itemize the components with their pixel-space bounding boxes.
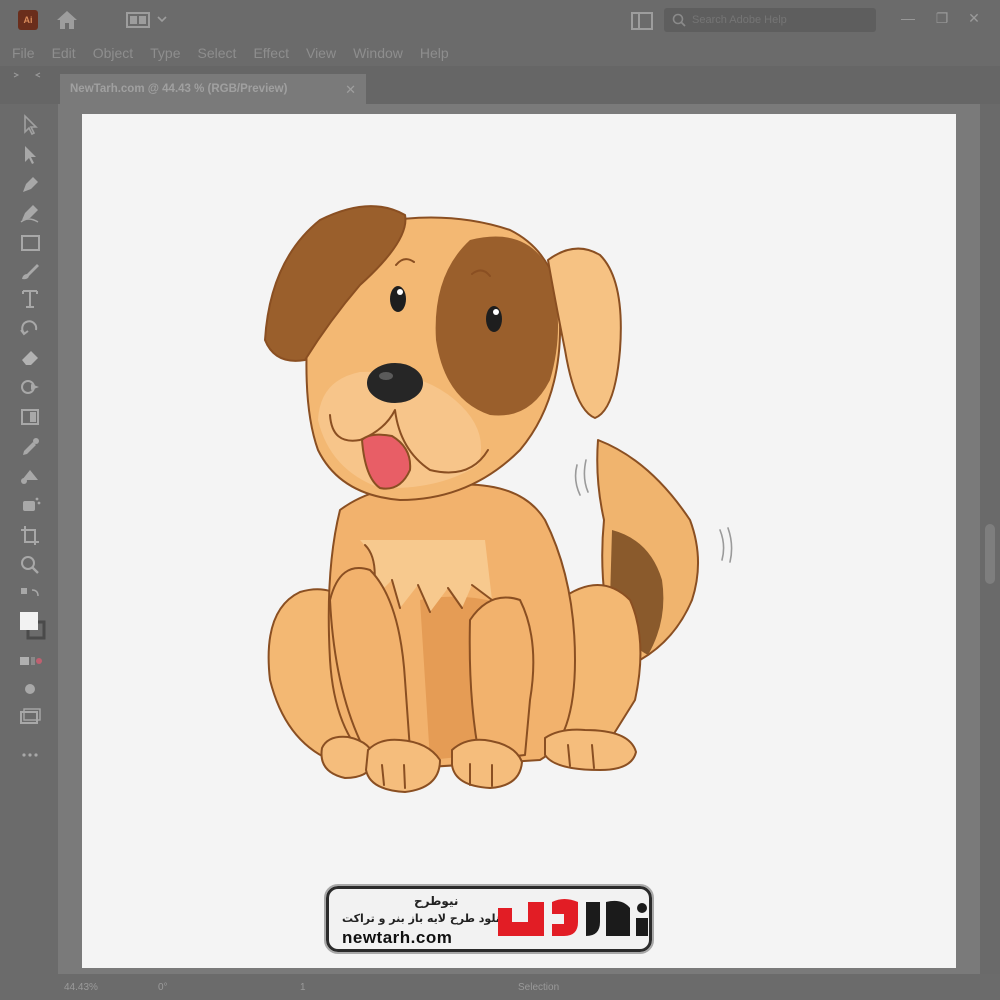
watermark-url: newtarh.com (342, 928, 453, 947)
restore-button[interactable]: ❐ (930, 6, 954, 30)
newtarh-watermark: نیوطرح دانلود طرح لایه باز بنر و تراکت n… (324, 884, 654, 954)
eraser-icon[interactable] (18, 346, 42, 368)
illustrator-logo-icon: Ai (18, 10, 38, 30)
menu-help[interactable]: Help (420, 45, 449, 61)
zoom-icon[interactable] (18, 554, 42, 576)
search-icon (672, 13, 686, 27)
search-input[interactable] (692, 14, 872, 26)
shape-builder-icon[interactable] (18, 376, 42, 398)
menu-bar: File Edit Object Type Select Effect View… (0, 40, 1000, 66)
artboard-number[interactable]: 1 (300, 982, 306, 993)
canvas-workspace[interactable] (58, 104, 980, 974)
status-bar: 44.43% 0° 1 Selection (0, 974, 1000, 1000)
rectangle-icon[interactable] (18, 232, 42, 254)
close-window-button[interactable]: ✕ (962, 6, 986, 30)
blend-icon[interactable] (18, 464, 42, 486)
workspace-layout-icon[interactable] (126, 11, 150, 29)
panel-collapse-icon[interactable] (12, 72, 42, 78)
menu-window[interactable]: Window (353, 45, 403, 61)
close-tab-icon[interactable]: ✕ (345, 82, 356, 98)
gradient-icon[interactable] (18, 406, 42, 428)
menu-view[interactable]: View (306, 45, 336, 61)
vertical-scrollbar[interactable] (980, 104, 1000, 974)
current-tool-label: Selection (518, 981, 560, 993)
dog-illustration (264, 205, 733, 793)
menu-type[interactable]: Type (150, 45, 180, 61)
help-search[interactable] (664, 8, 876, 32)
eyedropper-icon[interactable] (18, 436, 42, 458)
symbol-sprayer-icon[interactable] (18, 494, 42, 516)
fill-stroke-swatch[interactable] (18, 610, 46, 642)
zoom-level[interactable]: 44.43% (64, 982, 98, 993)
tools-panel (0, 104, 58, 974)
home-icon[interactable] (54, 8, 80, 32)
artboard-icon[interactable] (18, 524, 42, 546)
chevron-down-icon[interactable] (156, 13, 168, 25)
curvature-icon[interactable] (18, 202, 42, 224)
pen-icon[interactable] (18, 174, 42, 196)
paintbrush-icon[interactable] (18, 260, 42, 282)
document-tab[interactable]: NewTarh.com @ 44.43 % (RGB/Preview) ✕ (60, 74, 366, 104)
newtarh-logo-icon (498, 899, 648, 936)
menu-edit[interactable]: Edit (52, 45, 76, 61)
selection-icon[interactable] (18, 114, 42, 136)
more-tools-icon[interactable] (18, 744, 42, 766)
title-bar: Ai — ❐ ✕ (0, 0, 1000, 40)
arrange-documents-icon[interactable] (630, 10, 654, 32)
watermark-tagline: دانلود طرح لایه باز بنر و تراکت (342, 912, 510, 925)
document-tab-row: NewTarh.com @ 44.43 % (RGB/Preview) ✕ (0, 66, 1000, 104)
minimize-button[interactable]: — (896, 6, 920, 30)
direct-selection-icon[interactable] (18, 144, 42, 166)
document-tab-label: NewTarh.com @ 44.43 % (RGB/Preview) (70, 83, 288, 95)
scroll-thumb[interactable] (985, 524, 995, 584)
draw-mode-icon[interactable] (18, 678, 42, 700)
artboard[interactable] (82, 114, 956, 968)
menu-effect[interactable]: Effect (253, 45, 289, 61)
screen-mode-icon[interactable] (18, 706, 42, 728)
menu-select[interactable]: Select (198, 45, 237, 61)
rotation-value[interactable]: 0° (158, 982, 168, 993)
menu-file[interactable]: File (12, 45, 35, 61)
type-icon[interactable] (18, 288, 42, 310)
watermark-brand-text: نیوطرح (414, 894, 459, 908)
menu-object[interactable]: Object (93, 45, 133, 61)
rotate-icon[interactable] (18, 316, 42, 338)
swap-colors-icon[interactable] (18, 584, 42, 606)
color-mode-icon[interactable] (18, 650, 42, 672)
